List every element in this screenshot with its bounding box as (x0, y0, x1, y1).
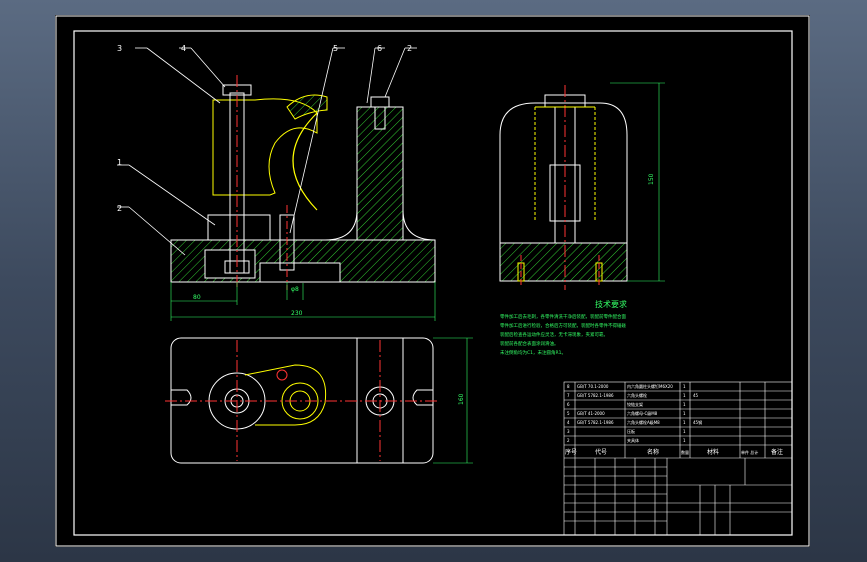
bom-row-8: 8 GB/T 70.1-2000 内六角圆柱头螺钉M6X20 1 (567, 383, 686, 389)
bom-row-8-no: 8 (567, 384, 570, 389)
bom-row-6: 6 铰链支架 1 (567, 401, 686, 407)
bom-table (563, 381, 793, 536)
bom-header: 序号 代号 名称 数量 材料 单件 总计 备注 (565, 448, 783, 456)
bom-row-3: 3 压板 1 (567, 428, 686, 434)
upright-fillet-right (402, 209, 436, 241)
slot-left (171, 389, 192, 406)
slot-right (412, 389, 433, 406)
bom-header-code: 代号 (595, 448, 607, 456)
callout-5: 5 (333, 44, 338, 53)
bom-row-4-code: GB/T 5782.1-1986 (577, 420, 614, 425)
bom-header-no: 序号 (565, 448, 577, 456)
cad-viewport[interactable]: 3 4 5 6 2 1 2 230 80 φ8 150 160 技术要求 零件加… (55, 15, 810, 547)
bom-row-3-no: 3 (567, 429, 570, 434)
bottom-pocket (259, 262, 341, 283)
bom-row-4-name: 六角头螺栓A级M8 (627, 419, 660, 425)
tech-line-2: 零件加工后进行检验，合格后方可装配，装配时各零件不得磕碰 (500, 322, 626, 329)
bom-row-8-name: 内六角圆柱头螺钉M6X20 (627, 383, 673, 389)
workpiece-arc (292, 112, 318, 211)
tech-title: 技术要求 (595, 299, 627, 309)
drawing-sheet: 3 4 5 6 2 1 2 230 80 φ8 150 160 技术要求 零件加… (55, 15, 810, 547)
tech-line-4: 装配前各配合表面涂润滑油。 (500, 340, 559, 347)
base-left-block (207, 214, 271, 241)
bom-row-4-material: 45钢 (693, 419, 702, 425)
screw-6 (370, 96, 390, 108)
bom-row-5: 5 GB/T 41-2000 六角螺母-C级M8 1 (567, 410, 686, 416)
top-view: 160 (165, 337, 473, 464)
bom-row-2-no: 2 (567, 438, 570, 443)
bom-row-7-code: GB/T 5782.1-1986 (577, 393, 614, 398)
bom-row-7-name: 六角头螺栓 (627, 392, 647, 398)
bom-row-2: 2 夹具体 1 (567, 437, 686, 443)
dim-side-height: 150 (648, 173, 655, 185)
bom-row-7-material: 45 (693, 393, 699, 398)
bom-row-8-qty: 1 (683, 384, 686, 389)
callout-2: 1 (117, 158, 122, 167)
callout-1: 2 (117, 204, 122, 213)
tech-line-1: 零件加工后去毛刺，各零件清洗干净后装配，装配前零件配合面 (500, 313, 626, 320)
bom-row-5-name: 六角螺母-C级M8 (627, 410, 658, 416)
bom-row-2-name: 夹具体 (627, 437, 639, 443)
callout-6: 6 (377, 44, 382, 53)
bom-row-4-no: 4 (567, 420, 570, 425)
callout-4: 4 (181, 44, 186, 53)
tech-requirements: 技术要求 零件加工后去毛刺，各零件清洗干净后装配，装配前零件配合面 零件加工后进… (500, 299, 627, 356)
dim-top-height: 160 (458, 393, 465, 405)
bom-row-7: 7 GB/T 5782.1-1986 六角头螺栓 1 45 (567, 392, 699, 398)
bom-row-7-qty: 1 (683, 393, 686, 398)
side-base-section (499, 242, 628, 282)
bom-row-7-no: 7 (567, 393, 570, 398)
bom-row-5-code: GB/T 41-2000 (577, 411, 605, 416)
bom-row-4-qty: 1 (683, 420, 686, 425)
front-view: 3 4 5 6 2 1 2 230 80 φ8 (117, 44, 436, 321)
tech-line-3: 装配后检查各运动件应灵活，无卡滞现象，夹紧可靠。 (500, 331, 608, 338)
bom-row-5-qty: 1 (683, 411, 686, 416)
inner-border (73, 30, 793, 536)
callout-3: 3 (117, 44, 122, 53)
bom-header-weight: 单件 总计 (741, 449, 758, 455)
bom-row-3-name: 压板 (627, 428, 635, 434)
dim-front-small: φ8 (291, 286, 299, 293)
bom-header-note: 备注 (771, 448, 783, 456)
bom-row-6-no: 6 (567, 402, 570, 407)
bom-row-8-code: GB/T 70.1-2000 (577, 384, 609, 389)
clamp-plate-top (244, 364, 327, 426)
bom-row-6-name: 铰链支架 (627, 401, 643, 407)
dim-front-left: 80 (193, 294, 201, 301)
side-upper-body (499, 102, 628, 244)
bom-row-6-qty: 1 (683, 402, 686, 407)
bom-header-material: 材料 (707, 448, 719, 456)
bom-header-name: 名称 (647, 448, 659, 456)
front-dimension-lines (170, 282, 436, 321)
dim-front-total: 230 (291, 310, 303, 317)
bom-row-5-no: 5 (567, 411, 570, 416)
bom-rows: 8 GB/T 70.1-2000 内六角圆柱头螺钉M6X20 1 7 GB/T … (567, 383, 702, 443)
upright-fillet (324, 209, 358, 241)
bom-row-2-qty: 1 (683, 438, 686, 443)
bom-row-3-qty: 1 (683, 429, 686, 434)
side-view: 150 (499, 82, 665, 290)
bom-row-4: 4 GB/T 5782.1-1986 六角头螺栓A级M8 1 45钢 (567, 419, 702, 425)
tech-line-5: 未注倒角均为C1，未注圆角R1。 (500, 349, 566, 356)
upright-section (356, 106, 404, 241)
callout-7: 2 (407, 44, 412, 53)
bom-header-qty: 数量 (681, 449, 689, 455)
pin-circle (276, 369, 288, 381)
